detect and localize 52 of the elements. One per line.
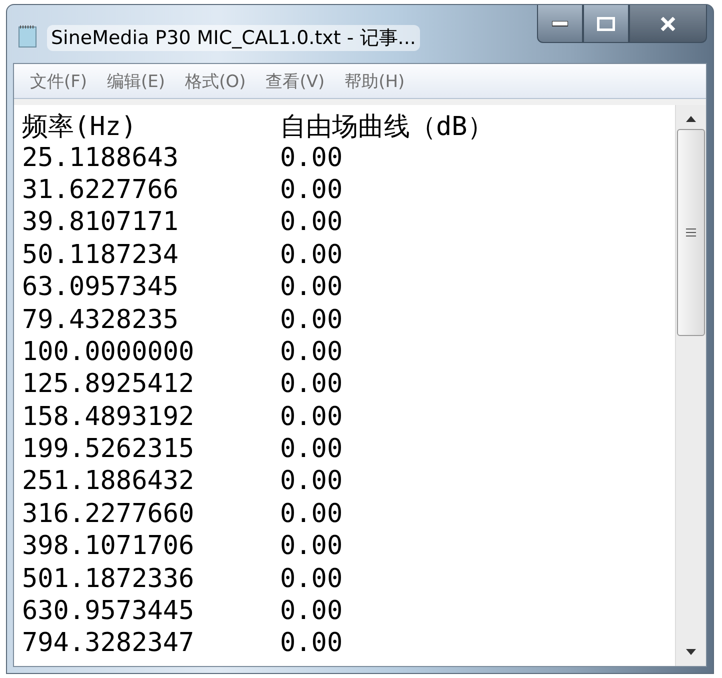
text-line: 501.1872336 xyxy=(22,564,196,594)
text-line: 频率(Hz) xyxy=(22,111,138,144)
text-line: 0.00 xyxy=(280,596,344,626)
text-line: 0.00 xyxy=(280,304,344,335)
text-line: 0.00 xyxy=(280,531,344,562)
close-icon xyxy=(660,16,676,30)
text-line: 0.00 xyxy=(280,207,344,238)
menu-item[interactable]: 文件(F) xyxy=(20,70,98,92)
notepad-icon xyxy=(17,24,39,48)
close-button[interactable] xyxy=(629,5,707,43)
text-line: 0.00 xyxy=(280,142,344,173)
text-line: 0.00 xyxy=(280,498,344,529)
text-line: 63.0957345 xyxy=(22,272,180,302)
menu-item[interactable]: 编辑(E) xyxy=(97,70,176,92)
text-line: 0.00 xyxy=(280,466,344,496)
minimize-button[interactable] xyxy=(537,5,583,43)
text-line: 0.00 xyxy=(280,174,344,205)
text-line: 0.00 xyxy=(280,240,344,270)
window-title: SineMedia P30 MIC_CAL1.0.txt - 记事... xyxy=(47,25,420,51)
maximize-icon xyxy=(597,16,615,30)
menu-item[interactable]: 查看(V) xyxy=(256,70,335,92)
text-line: 398.1071706 xyxy=(22,531,196,562)
grip-icon xyxy=(686,228,696,237)
text-line: 0.00 xyxy=(280,628,344,658)
text-line: 630.9573445 xyxy=(22,596,196,626)
text-line: 0.00 xyxy=(280,336,344,367)
scroll-down-icon[interactable] xyxy=(685,648,697,656)
text-line: 0.00 xyxy=(280,434,344,464)
text-line: 79.4328235 xyxy=(22,304,180,335)
text-line: 251.1886432 xyxy=(22,466,196,496)
text-line: 794.3282347 xyxy=(22,628,196,658)
scroll-thumb[interactable] xyxy=(677,129,705,336)
text-line: 316.2277660 xyxy=(22,498,196,529)
text-line: 125.8925412 xyxy=(22,369,196,400)
menu-item[interactable]: 帮助(H) xyxy=(334,70,415,92)
text-line: 自由场曲线（dB） xyxy=(280,111,494,144)
text-line: 158.4893192 xyxy=(22,402,196,432)
scroll-up-icon[interactable] xyxy=(685,115,697,123)
text-line: 199.5262315 xyxy=(22,434,196,464)
text-line: 39.8107171 xyxy=(22,207,180,238)
text-line: 25.1188643 xyxy=(22,142,180,173)
text-line: 0.00 xyxy=(280,369,344,400)
minimize-icon xyxy=(552,20,568,26)
text-line: 0.00 xyxy=(280,272,344,302)
text-line: 31.6227766 xyxy=(22,174,180,205)
text-line: 0.00 xyxy=(280,564,344,594)
text-line: 0.00 xyxy=(280,402,344,432)
scrollbar[interactable] xyxy=(675,105,706,666)
text-line: 100.0000000 xyxy=(22,336,196,367)
menu-item[interactable]: 格式(O) xyxy=(175,70,256,92)
maximize-button[interactable] xyxy=(583,5,629,43)
text-line: 50.1187234 xyxy=(22,240,180,270)
